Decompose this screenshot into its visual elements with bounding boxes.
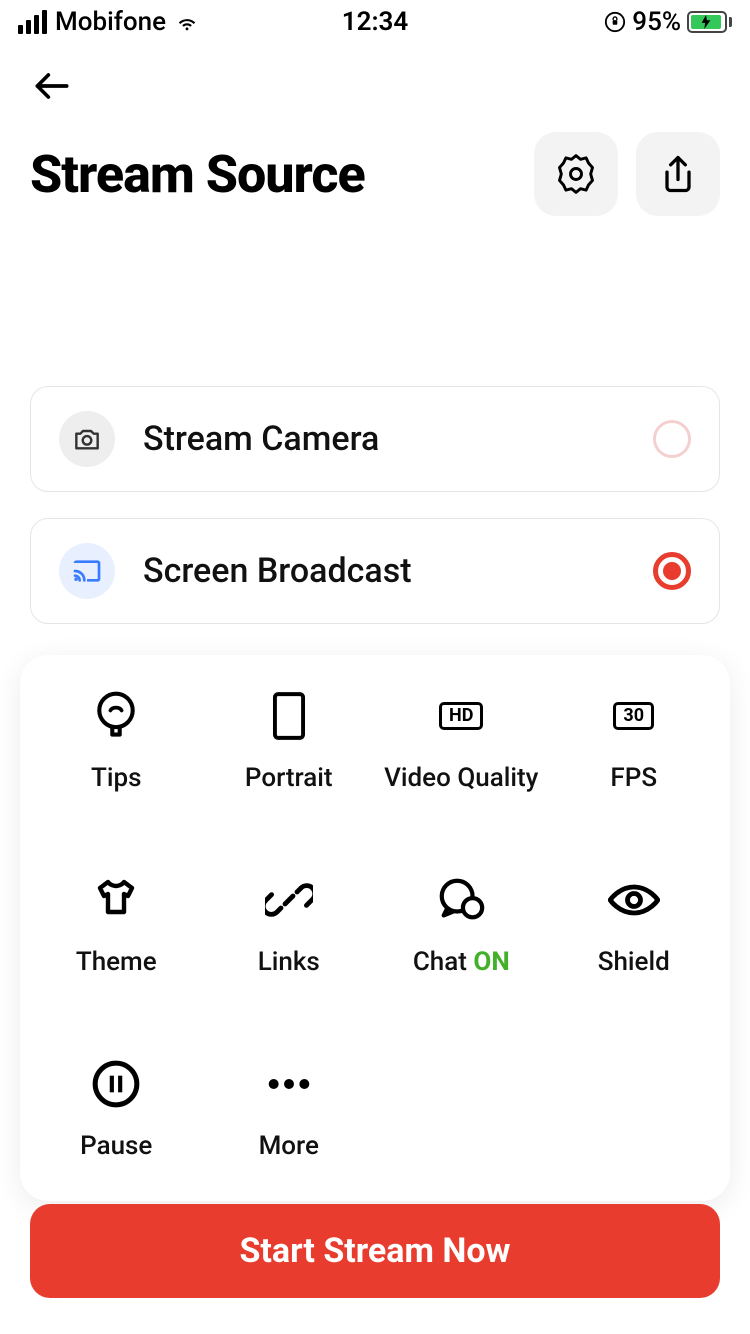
battery-icon — [687, 11, 732, 33]
settings-button[interactable] — [534, 132, 618, 216]
bulb-icon — [89, 689, 143, 743]
grid-label: Shield — [598, 947, 670, 977]
grid-item-links[interactable]: Links — [203, 873, 376, 977]
status-left: Mobifone — [18, 7, 200, 37]
grid-label: FPS — [610, 763, 657, 793]
grid-item-shield[interactable]: Shield — [548, 873, 721, 977]
radio-unselected-icon[interactable] — [653, 420, 691, 458]
grid-item-portrait[interactable]: Portrait — [203, 689, 376, 793]
radio-selected-icon[interactable] — [653, 552, 691, 590]
battery-pct-label: 95% — [632, 7, 681, 37]
share-button[interactable] — [636, 132, 720, 216]
cast-icon — [59, 543, 115, 599]
back-arrow-icon[interactable] — [30, 64, 74, 108]
page-title: Stream Source — [30, 144, 365, 205]
grid-label: Portrait — [245, 763, 333, 793]
grid-item-theme[interactable]: Theme — [30, 873, 203, 977]
shirt-icon — [89, 873, 143, 927]
grid-item-tips[interactable]: Tips — [30, 689, 203, 793]
grid-item-video-quality[interactable]: HD Video Quality — [375, 689, 548, 793]
grid-item-chat[interactable]: Chat ON — [375, 873, 548, 977]
start-stream-button[interactable]: Start Stream Now — [30, 1204, 720, 1298]
grid-label: Links — [258, 947, 320, 977]
source-label: Stream Camera — [143, 419, 625, 459]
status-right: 95% — [604, 7, 732, 37]
hd-badge-icon: HD — [434, 689, 488, 743]
grid-item-more[interactable]: More — [203, 1057, 376, 1161]
grid-label: Chat ON — [413, 947, 510, 977]
portrait-icon — [262, 689, 316, 743]
settings-sheet: Tips Portrait HD Video Quality 30 FPS Th… — [20, 655, 730, 1201]
grid-label: More — [259, 1131, 319, 1161]
camera-icon — [59, 411, 115, 467]
grid-label: Theme — [76, 947, 157, 977]
grid-label: Pause — [80, 1131, 152, 1161]
signal-icon — [18, 10, 47, 34]
more-icon — [262, 1057, 316, 1111]
title-actions — [534, 132, 720, 216]
nav-back-row — [0, 44, 750, 112]
gear-icon — [554, 152, 598, 196]
title-row: Stream Source — [0, 112, 750, 216]
grid-item-fps[interactable]: 30 FPS — [548, 689, 721, 793]
source-label: Screen Broadcast — [143, 551, 625, 591]
pause-icon — [89, 1057, 143, 1111]
share-icon — [656, 152, 700, 196]
clock-label: 12:34 — [342, 7, 409, 37]
source-item-screen[interactable]: Screen Broadcast — [30, 518, 720, 624]
grid-item-pause[interactable]: Pause — [30, 1057, 203, 1161]
fps-badge-icon: 30 — [607, 689, 661, 743]
source-item-camera[interactable]: Stream Camera — [30, 386, 720, 492]
link-icon — [262, 873, 316, 927]
wifi-icon — [174, 12, 200, 32]
grid-label: Video Quality — [384, 763, 538, 793]
carrier-label: Mobifone — [55, 7, 166, 37]
status-bar: Mobifone 12:34 95% — [0, 0, 750, 44]
eye-icon — [607, 873, 661, 927]
lock-rotation-icon — [604, 11, 626, 33]
source-list: Stream Camera Screen Broadcast — [0, 216, 750, 624]
grid-label: Tips — [91, 763, 141, 793]
start-stream-label: Start Stream Now — [239, 1231, 510, 1271]
chat-icon — [434, 873, 488, 927]
